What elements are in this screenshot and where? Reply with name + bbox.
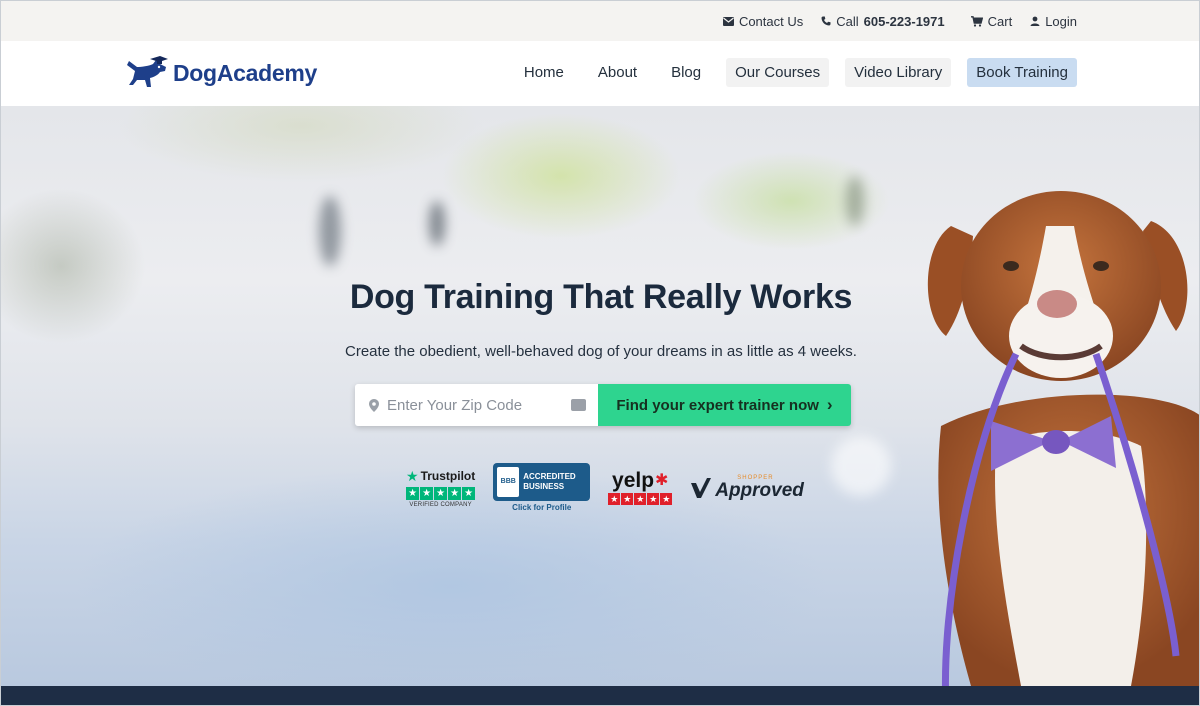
trust-badges: ★ Trustpilot ★ ★ ★ ★ ★ VERIFIED COMPANY BBB A…: [406, 463, 804, 512]
login-link[interactable]: Login: [1030, 14, 1077, 29]
trustpilot-title: ★ Trustpilot: [406, 468, 475, 485]
nav-our-courses[interactable]: Our Courses: [726, 58, 830, 87]
star-icon: ★: [660, 493, 673, 505]
star-icon: ★: [448, 486, 462, 500]
shopper-approved-badge[interactable]: SHOPPER Approved: [690, 475, 804, 500]
nav-home[interactable]: Home: [515, 58, 573, 87]
bbb-seal-icon: BBB: [497, 467, 520, 497]
phone-number: 605-223-1971: [863, 13, 945, 29]
yelp-stars: ★ ★ ★ ★ ★: [608, 493, 673, 505]
shopper-approved-text: SHOPPER Approved: [715, 475, 804, 500]
chevron-right-icon: ›: [826, 395, 833, 414]
star-icon: ★: [462, 486, 476, 500]
utility-bar: Contact Us Call 605-223-1971 Cart Login: [1, 1, 1199, 41]
keyboard-icon[interactable]: [571, 399, 586, 411]
brand-logo[interactable]: DogAcademy: [123, 55, 317, 91]
brand-name-part1: Dog: [173, 59, 217, 86]
login-label: Login: [1045, 13, 1077, 29]
dog-graduate-icon: [127, 56, 168, 87]
find-trainer-button[interactable]: Find your expert trainer now ›: [598, 384, 851, 426]
approved-label: Approved: [715, 480, 804, 501]
bbb-box: BBB ACCREDITED BUSINESS: [493, 463, 591, 501]
phone-icon: [821, 16, 831, 26]
footer-strip: [1, 686, 1199, 705]
bbb-line1: ACCREDITED: [523, 472, 576, 481]
main-nav: Home About Blog Our Courses Video Librar…: [515, 58, 1077, 87]
find-trainer-label: Find your expert trainer now: [616, 396, 819, 414]
brand-name: DogAcademy: [173, 60, 317, 87]
nav-blog[interactable]: Blog: [662, 58, 710, 87]
zip-field-wrapper: [355, 384, 598, 426]
bbb-line2: BUSINESS: [523, 482, 565, 491]
star-icon: ★: [634, 493, 647, 505]
trustpilot-badge[interactable]: ★ Trustpilot ★ ★ ★ ★ ★ VERIFIED COMPANY: [406, 468, 475, 508]
bbb-text: ACCREDITED BUSINESS: [523, 472, 575, 492]
yelp-name: yelp: [612, 469, 655, 492]
star-icon: ★: [420, 486, 434, 500]
bbb-subtitle: Click for Profile: [512, 503, 572, 512]
yelp-wordmark: yelp ✱: [612, 470, 668, 492]
yelp-badge[interactable]: yelp ✱ ★ ★ ★ ★ ★: [608, 470, 673, 505]
cart-label: Cart: [987, 13, 1013, 29]
hero-subline: Create the obedient, well-behaved dog of…: [345, 343, 857, 360]
hero-section: Dog Training That Really Works Create th…: [1, 106, 1199, 686]
contact-us-link[interactable]: Contact Us: [722, 13, 804, 29]
hero-content: Dog Training That Really Works Create th…: [1, 106, 1199, 686]
site-header: DogAcademy Home About Blog Our Courses V…: [1, 41, 1199, 106]
zip-code-input[interactable]: [387, 396, 547, 414]
nav-about[interactable]: About: [589, 58, 646, 87]
contact-us-label: Contact Us: [738, 13, 804, 29]
mail-icon: [722, 16, 734, 26]
page: Contact Us Call 605-223-1971 Cart Login: [0, 0, 1200, 706]
hero-headline: Dog Training That Really Works: [349, 278, 853, 316]
user-icon: [1030, 16, 1040, 26]
trustpilot-subtitle: VERIFIED COMPANY: [409, 501, 472, 508]
star-icon: ★: [621, 493, 634, 505]
star-icon: ★: [647, 493, 660, 505]
cart-link[interactable]: Cart: [970, 13, 1013, 29]
call-link[interactable]: Call 605-223-1971: [821, 13, 945, 29]
trustpilot-star-icon: ★: [406, 467, 419, 484]
yelp-burst-icon: ✱: [655, 472, 669, 489]
checkmark-logo-icon: [691, 477, 712, 498]
star-icon: ★: [406, 486, 420, 500]
call-prefix: Call: [836, 13, 859, 29]
nav-video-library[interactable]: Video Library: [845, 58, 952, 87]
trainer-search-form: Find your expert trainer now ›: [355, 384, 851, 426]
bbb-badge[interactable]: BBB ACCREDITED BUSINESS Click for Profile: [493, 463, 591, 512]
star-icon: ★: [608, 493, 621, 505]
cart-icon: [970, 15, 983, 27]
trustpilot-name: Trustpilot: [420, 469, 476, 483]
utility-links: Contact Us Call 605-223-1971 Cart Login: [722, 1, 1077, 41]
brand-name-part2: Academy: [216, 59, 317, 86]
star-icon: ★: [434, 486, 448, 500]
trustpilot-stars: ★ ★ ★ ★ ★: [406, 486, 476, 500]
nav-book-training[interactable]: Book Training: [967, 58, 1077, 87]
location-pin-icon: [369, 398, 379, 412]
